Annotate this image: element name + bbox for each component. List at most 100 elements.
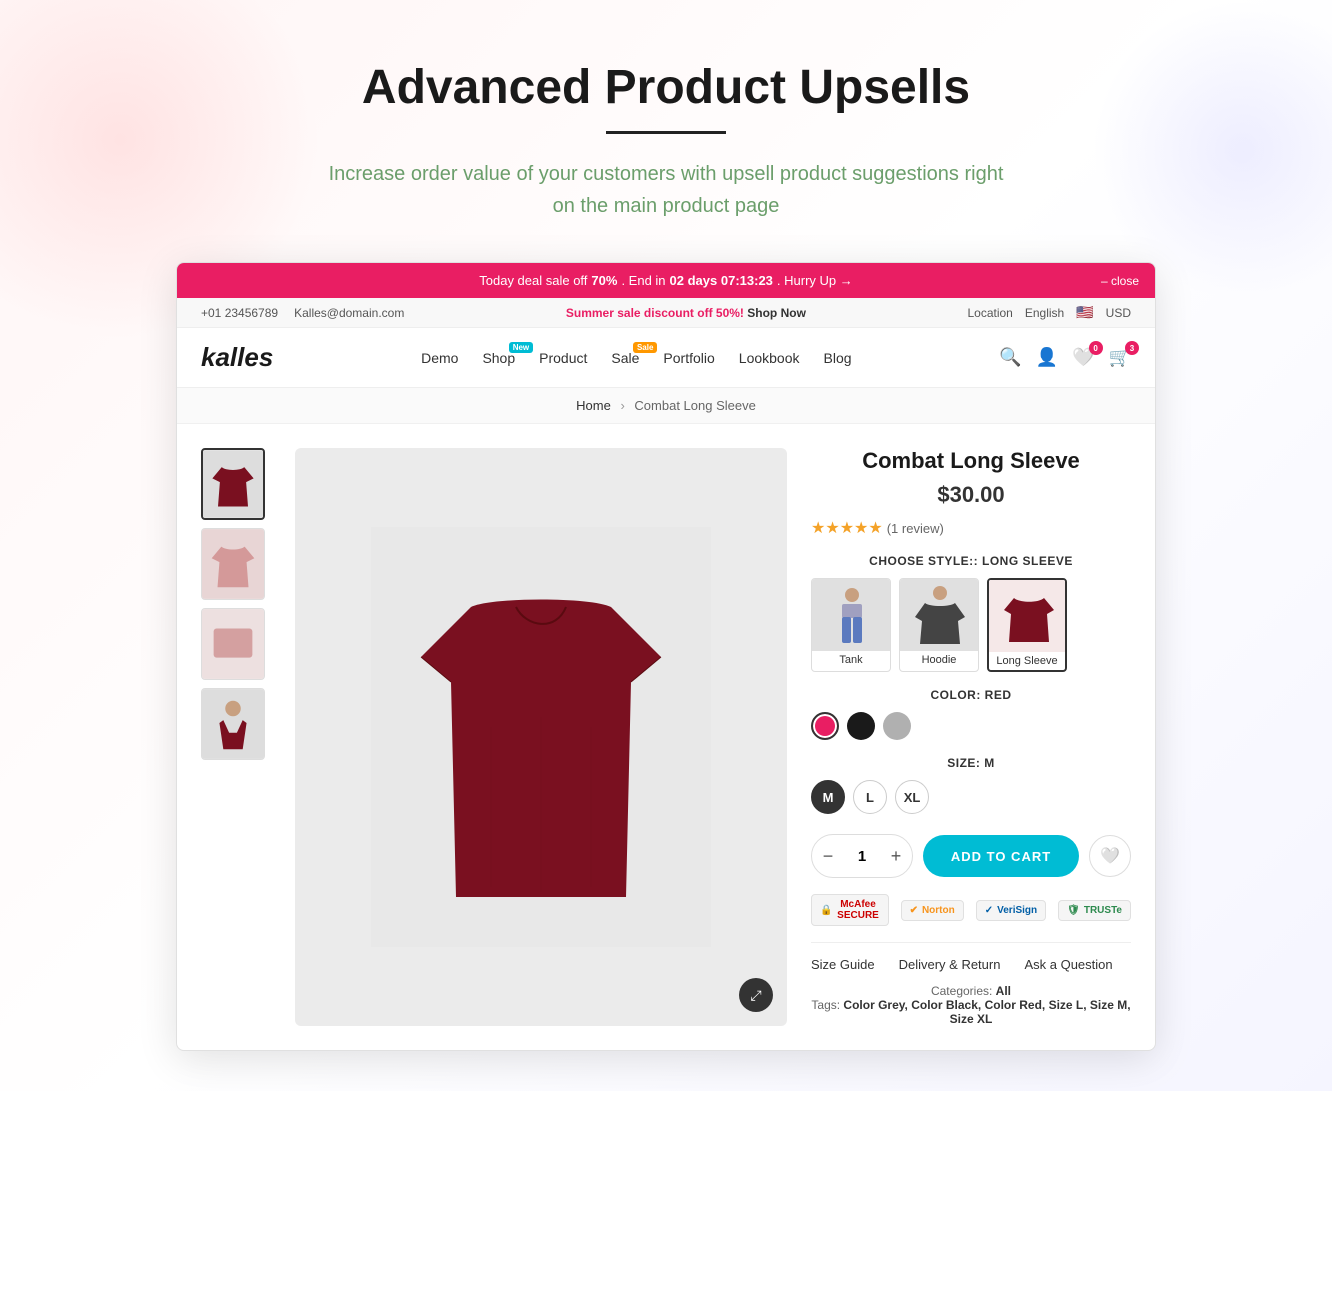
nav-shop[interactable]: Shop New [482, 350, 515, 366]
thumbnail-4[interactable] [201, 688, 265, 760]
size-m[interactable]: M [811, 780, 845, 814]
product-price: $30.00 [811, 482, 1131, 508]
norton-icon: ✔ [910, 905, 918, 916]
cart-row: − 1 + ADD TO CART 🤍 [811, 834, 1131, 878]
promo-discount: 70% [591, 273, 617, 288]
breadcrumb-current: Combat Long Sleeve [634, 398, 755, 413]
style-label: CHOOSE STYLE:: LONG SLEEVE [811, 554, 1131, 568]
norton-label: Norton [922, 905, 955, 916]
nav-links: Demo Shop New Product Sale Sale Portfoli… [421, 350, 851, 366]
verisign-badge: ✓ VeriSign [976, 900, 1046, 921]
thumbnail-2[interactable] [201, 528, 265, 600]
style-hoodie-label: Hoodie [900, 651, 978, 669]
nav-demo[interactable]: Demo [421, 350, 458, 366]
product-meta: Categories: All Tags: Color Grey, Color … [811, 984, 1131, 1026]
nav-product[interactable]: Product [539, 350, 587, 366]
star-rating: ★★★★★ [811, 518, 883, 538]
tags-row: Tags: Color Grey, Color Black, Color Red… [811, 998, 1131, 1026]
promo-close-button[interactable]: – close [1101, 274, 1139, 288]
breadcrumb: Home › Combat Long Sleeve [177, 388, 1155, 424]
hero-subtitle: Increase order value of your customers w… [316, 158, 1016, 222]
truste-icon: 🛡 [1067, 905, 1080, 916]
shop-badge: New [509, 342, 533, 353]
style-tank-label: Tank [812, 651, 890, 669]
promo-text-mid: . End in [621, 273, 665, 288]
breadcrumb-home[interactable]: Home [576, 398, 611, 413]
size-xl[interactable]: XL [895, 780, 929, 814]
size-selector: M L XL [811, 780, 1131, 814]
hero-title: Advanced Product Upsells [20, 60, 1312, 115]
color-swatch-black[interactable] [847, 712, 875, 740]
mcafee-icon: 🔒 [820, 905, 832, 916]
language-selector[interactable]: English [1025, 306, 1064, 320]
tab-size-guide[interactable]: Size Guide [811, 957, 875, 972]
top-bar-right: Location English 🇺🇸 USD [967, 304, 1131, 321]
shop-now-link[interactable]: Shop Now [747, 306, 806, 320]
cart-button[interactable]: 🛒3 [1109, 347, 1131, 368]
quantity-value: 1 [844, 848, 880, 865]
mcafee-badge: 🔒 McAfee SECURE [811, 894, 889, 926]
thumbnail-3[interactable] [201, 608, 265, 680]
hero-section: Advanced Product Upsells Increase order … [0, 0, 1332, 1091]
currency-selector[interactable]: USD [1106, 306, 1131, 320]
color-swatch-red[interactable] [811, 712, 839, 740]
product-section: ⤢ Combat Long Sleeve $30.00 ★★★★★ (1 rev… [177, 424, 1155, 1050]
flag-icon: 🇺🇸 [1076, 304, 1093, 321]
wishlist-count: 0 [1089, 341, 1103, 355]
breadcrumb-separator: › [620, 398, 624, 413]
account-button[interactable]: 👤 [1036, 347, 1058, 368]
nav-portfolio[interactable]: Portfolio [663, 350, 714, 366]
style-tank[interactable]: Tank [811, 578, 891, 672]
style-hoodie[interactable]: Hoodie [899, 578, 979, 672]
main-nav: kalles Demo Shop New Product Sale Sale P… [177, 328, 1155, 388]
nav-lookbook[interactable]: Lookbook [739, 350, 800, 366]
product-info-panel: Combat Long Sleeve $30.00 ★★★★★ (1 revie… [811, 448, 1131, 1026]
add-to-cart-button[interactable]: ADD TO CART [923, 835, 1079, 877]
promo-discount-pct: 50%! [716, 306, 744, 320]
main-product-image: ⤢ [295, 448, 787, 1026]
nav-blog[interactable]: Blog [824, 350, 852, 366]
truste-label: TRUSTe [1084, 905, 1122, 916]
color-label: COLOR: RED [811, 688, 1131, 702]
wishlist-add-button[interactable]: 🤍 [1089, 835, 1131, 877]
quantity-decrease[interactable]: − [812, 835, 844, 877]
style-long-sleeve[interactable]: Long Sleeve [987, 578, 1067, 672]
phone-number: +01 23456789 [201, 306, 278, 320]
mcafee-label: McAfee SECURE [836, 899, 879, 921]
quantity-control: − 1 + [811, 834, 913, 878]
hero-divider [606, 131, 726, 134]
promo-countdown: 02 days 07:13:23 [670, 273, 773, 288]
promo-label: Summer sale discount off [566, 306, 716, 320]
sale-badge: Sale [633, 342, 657, 353]
tags-value: Color Grey, Color Black, Color Red, Size… [843, 998, 1130, 1026]
size-label: SIZE: M [811, 756, 1131, 770]
categories-value: All [996, 984, 1011, 998]
top-bar-left: +01 23456789 Kalles@domain.com [201, 306, 404, 320]
product-tabs: Size Guide Delivery & Return Ask a Quest… [811, 942, 1131, 972]
promo-text-start: Today deal sale off [479, 273, 587, 288]
style-long-sleeve-label: Long Sleeve [989, 652, 1065, 670]
norton-badge: ✔ Norton [901, 900, 964, 921]
cart-count: 3 [1125, 341, 1139, 355]
zoom-button[interactable]: ⤢ [739, 978, 773, 1012]
size-l[interactable]: L [853, 780, 887, 814]
rating-row: ★★★★★ (1 review) [811, 518, 1131, 538]
quantity-increase[interactable]: + [880, 835, 912, 877]
tab-delivery-return[interactable]: Delivery & Return [899, 957, 1001, 972]
email-address: Kalles@domain.com [294, 306, 404, 320]
tab-ask-question[interactable]: Ask a Question [1024, 957, 1112, 972]
site-logo[interactable]: kalles [201, 342, 273, 373]
color-swatch-gray[interactable] [883, 712, 911, 740]
search-button[interactable]: 🔍 [999, 347, 1021, 368]
style-selector: Tank Hoodie [811, 578, 1131, 672]
nav-sale[interactable]: Sale Sale [611, 350, 639, 366]
verisign-label: VeriSign [997, 905, 1037, 916]
verisign-icon: ✓ [985, 905, 993, 916]
thumbnail-1[interactable] [201, 448, 265, 520]
shop-window: Today deal sale off 70% . End in 02 days… [176, 262, 1156, 1051]
location-label[interactable]: Location [967, 306, 1012, 320]
product-title: Combat Long Sleeve [811, 448, 1131, 474]
wishlist-button[interactable]: 🤍0 [1072, 347, 1094, 368]
trust-badges: 🔒 McAfee SECURE ✔ Norton ✓ VeriSign 🛡 TR… [811, 894, 1131, 926]
promo-text-end: . Hurry Up → [777, 273, 853, 288]
